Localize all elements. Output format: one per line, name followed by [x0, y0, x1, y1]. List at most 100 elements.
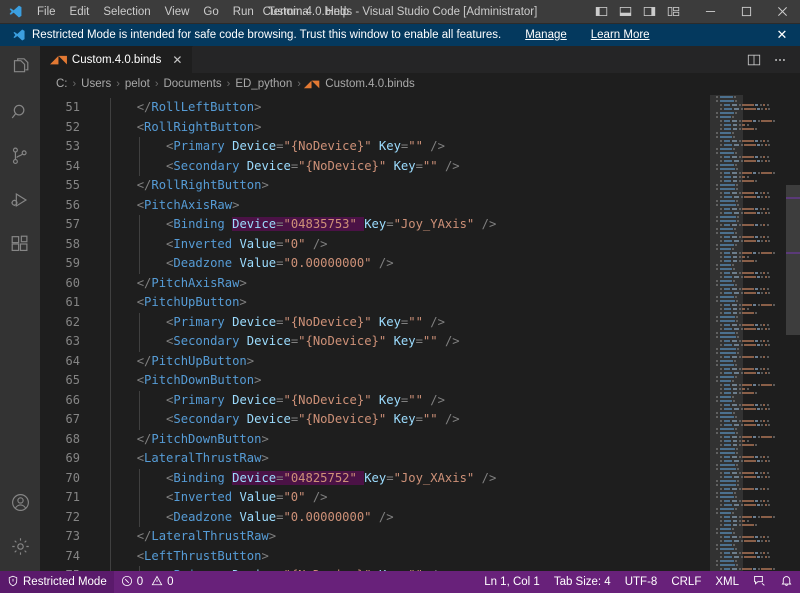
breadcrumb-file[interactable]: Custom.4.0.binds — [323, 78, 417, 90]
status-problems[interactable]: 0 0 — [114, 571, 181, 593]
code-line[interactable]: <Primary Device="{NoDevice}" Key="" /> — [98, 137, 800, 157]
indent-space — [100, 120, 137, 134]
editor-content[interactable]: 5152535455565758596061626364656667686970… — [40, 95, 800, 571]
code-token-tag: LeftThrustButton — [144, 549, 261, 563]
banner-close-icon[interactable]: ✕ — [772, 25, 792, 45]
status-encoding[interactable]: UTF-8 — [618, 571, 665, 593]
minimap-block — [755, 180, 757, 182]
menu-item-run[interactable]: Run — [226, 1, 261, 23]
code-line[interactable]: <Inverted Value="0" /> — [98, 488, 800, 508]
code-line[interactable]: <RollRightButton> — [98, 118, 800, 138]
code-line[interactable]: </LateralThrustRaw> — [98, 527, 800, 547]
toggle-secondary-sidebar-button[interactable] — [638, 2, 660, 22]
code-line[interactable]: <LateralThrustRaw> — [98, 449, 800, 469]
status-indentation[interactable]: Tab Size: 4 — [547, 571, 618, 593]
breadcrumb-item-documents[interactable]: Documents — [161, 78, 223, 90]
minimap-block — [744, 476, 755, 478]
code-line[interactable]: <Deadzone Value="0.00000000" /> — [98, 254, 800, 274]
minimap-block — [742, 384, 752, 386]
minimap[interactable] — [710, 95, 786, 571]
code-line[interactable]: </PitchDownButton> — [98, 430, 800, 450]
code-line[interactable]: <Primary Device="{NoDevice}" Key="" /> — [98, 391, 800, 411]
breadcrumb-item-pelot[interactable]: pelot — [123, 78, 152, 90]
code-token-tag: LateralThrustRaw — [144, 451, 261, 465]
code-line[interactable]: <Binding Device="04825752" Key="Joy_XAxi… — [98, 469, 800, 489]
minimap-block — [773, 384, 775, 386]
status-bar-right: Ln 1, Col 1 Tab Size: 4 UTF-8 CRLF XML — [477, 571, 800, 593]
minimap-block — [761, 556, 763, 558]
code-line[interactable]: <LeftThrustButton> — [98, 547, 800, 567]
code-line[interactable]: <PitchDownButton> — [98, 371, 800, 391]
minimap-block — [765, 504, 767, 506]
menu-item-help[interactable]: Help — [318, 1, 356, 23]
code-token-plain — [225, 393, 232, 407]
code-line[interactable]: <Secondary Device="{NoDevice}" Key="" /> — [98, 410, 800, 430]
customize-layout-button[interactable] — [662, 2, 684, 22]
indent-guide — [110, 313, 111, 333]
sidebar-item-explorer[interactable] — [0, 48, 40, 92]
sidebar-item-search[interactable] — [0, 92, 40, 136]
code-line[interactable]: <PitchUpButton> — [98, 293, 800, 313]
sidebar-item-extensions[interactable] — [0, 224, 40, 268]
window-maximize-button[interactable] — [728, 0, 764, 24]
minimap-block — [742, 312, 753, 314]
indent-guide — [110, 98, 111, 118]
menu-item-selection[interactable]: Selection — [96, 1, 157, 23]
code-line[interactable]: </PitchAxisRaw> — [98, 274, 800, 294]
minimap-block — [742, 104, 753, 106]
code-line[interactable]: <Secondary Device="{NoDevice}" Key="" /> — [98, 332, 800, 352]
code-token-str: "" — [423, 334, 438, 348]
minimap-block — [742, 260, 753, 262]
code-line[interactable]: </RollLeftButton> — [98, 98, 800, 118]
status-eol[interactable]: CRLF — [664, 571, 708, 593]
breadcrumb-item-users[interactable]: Users — [79, 78, 113, 90]
line-number: 52 — [40, 118, 98, 138]
menu-item-edit[interactable]: Edit — [63, 1, 97, 23]
accounts-button[interactable] — [0, 483, 40, 527]
menu-item-go[interactable]: Go — [196, 1, 225, 23]
split-editor-right-button[interactable] — [742, 48, 766, 72]
code-token-eq: = — [386, 217, 393, 231]
tab-close-icon[interactable]: ✕ — [172, 54, 182, 66]
menu-item-view[interactable]: View — [158, 1, 197, 23]
banner-manage-link[interactable]: Manage — [525, 29, 567, 41]
code-line[interactable]: </PitchUpButton> — [98, 352, 800, 372]
code-line[interactable]: <Inverted Value="0" /> — [98, 235, 800, 255]
code-line[interactable]: <Primary Device="{NoDevice}" Key="" /> — [98, 313, 800, 333]
code-line[interactable]: </RollRightButton> — [98, 176, 800, 196]
toggle-panel-button[interactable] — [614, 2, 636, 22]
code-token-attr: Device — [247, 159, 291, 173]
more-actions-button[interactable] — [768, 48, 792, 72]
minimap-block — [767, 536, 769, 538]
minimap-block — [742, 236, 753, 238]
sidebar-item-run-debug[interactable] — [0, 180, 40, 224]
window-close-button[interactable] — [764, 0, 800, 24]
breadcrumb-item-c[interactable]: C: — [54, 78, 70, 90]
toggle-primary-sidebar-button[interactable] — [590, 2, 612, 22]
banner-learn-more-link[interactable]: Learn More — [591, 29, 650, 41]
scrollbar-thumb[interactable] — [786, 185, 800, 335]
code-line[interactable]: <PitchAxisRaw> — [98, 196, 800, 216]
code-line[interactable]: <Binding Device="04835753" Key="Joy_YAxi… — [98, 215, 800, 235]
status-feedback-button[interactable] — [746, 571, 773, 593]
breadcrumb-item-edpython[interactable]: ED_python — [233, 78, 294, 90]
menu-item-file[interactable]: File — [30, 1, 63, 23]
window-minimize-button[interactable] — [692, 0, 728, 24]
code-line[interactable]: <Secondary Device="{NoDevice}" Key="" /> — [98, 157, 800, 177]
code-line[interactable]: <Deadzone Value="0.00000000" /> — [98, 508, 800, 528]
status-restricted-mode[interactable]: Restricted Mode — [0, 571, 114, 593]
status-editor-position[interactable]: Ln 1, Col 1 — [477, 571, 547, 593]
sidebar-item-source-control[interactable] — [0, 136, 40, 180]
status-notifications-bell[interactable] — [773, 571, 800, 593]
tab-custom-4-0-binds[interactable]: ◢◥ Custom.4.0.binds ✕ — [40, 46, 193, 73]
menu-item-terminal[interactable]: Terminal — [261, 1, 318, 23]
indent-space — [100, 295, 137, 309]
indent-space — [100, 198, 137, 212]
status-language-mode[interactable]: XML — [708, 571, 746, 593]
editor-scrollbar[interactable] — [786, 95, 800, 571]
minimap-slider[interactable] — [710, 95, 743, 571]
minimap-block — [761, 476, 763, 478]
manage-settings-button[interactable] — [0, 527, 40, 571]
code-line[interactable]: <Primary Device="{NoDevice}" Key="" /> — [98, 566, 800, 571]
code-text-area[interactable]: </RollLeftButton> <RollRightButton> <Pri… — [98, 95, 800, 571]
